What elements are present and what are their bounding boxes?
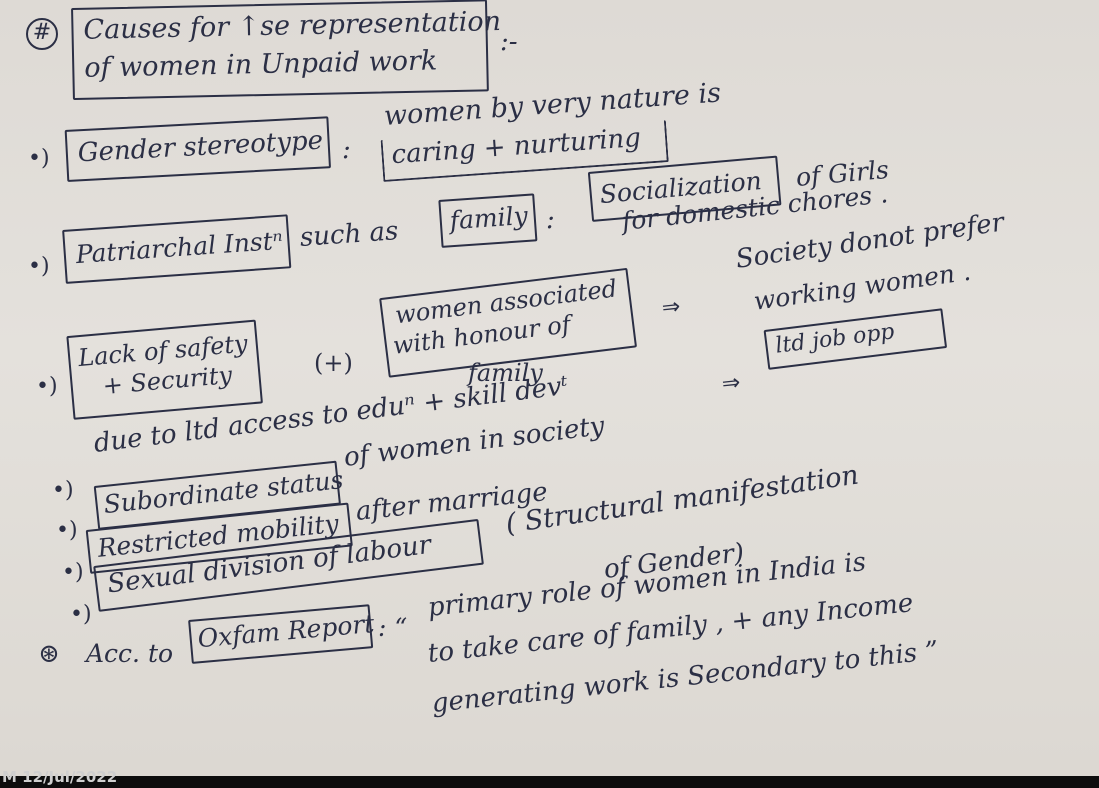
- gender-stereotype-box: Gender stereotype: [64, 116, 331, 182]
- sexual-bullet: •): [70, 602, 92, 627]
- oxfam-symbol: ⊛: [38, 639, 60, 669]
- patriarchal-colon: :: [546, 205, 555, 235]
- arrow-to-ltd-job: ⇒: [720, 370, 742, 397]
- family-label: family: [448, 200, 529, 236]
- patriarchal-such-as: such as: [298, 216, 400, 253]
- due-bullet: •): [52, 478, 74, 503]
- sexual-text: ( Structural manifestation: [503, 459, 861, 540]
- oxfam-colon: : “: [378, 613, 408, 642]
- oxfam-report-box: Oxfam Report: [188, 604, 376, 664]
- oxfam-report-label: Oxfam Report: [196, 608, 376, 654]
- oxfam-prefix: Acc. to: [86, 639, 174, 668]
- ltd-job-opp-label: ltd job opp: [774, 319, 896, 359]
- gender-stereotype-label: Gender stereotype: [77, 125, 324, 169]
- notebook-page: # Causes for ↑se representation of women…: [0, 0, 1099, 778]
- ltd-job-opp-box: ltd job opp: [763, 308, 948, 370]
- lack-of-safety-box: Lack of safety + Security: [66, 319, 263, 420]
- family-box: family: [438, 193, 538, 248]
- gender-bullet: •): [28, 146, 50, 171]
- gender-colon: :: [342, 135, 351, 165]
- safety-bullet: •): [36, 374, 58, 399]
- heading-symbol: #: [26, 18, 58, 50]
- subordinate-bullet: •): [56, 518, 78, 543]
- arrow-to-society: ⇒: [660, 294, 682, 321]
- restricted-bullet: •): [62, 560, 84, 585]
- patriarchal-inst-box: Patriarchal Instⁿ: [62, 214, 292, 284]
- video-timestamp-bar: M 12/Jul/2022: [0, 768, 1099, 788]
- timestamp-label: M 12/Jul/2022: [2, 768, 118, 786]
- heading-box: Causes for ↑se representation of women i…: [71, 0, 501, 100]
- patriarchal-bullet: •): [28, 254, 50, 279]
- patriarchal-inst-label: Patriarchal Instⁿ: [74, 225, 284, 270]
- heading-suffix: :-: [500, 27, 518, 57]
- safety-plus: (+): [314, 349, 353, 377]
